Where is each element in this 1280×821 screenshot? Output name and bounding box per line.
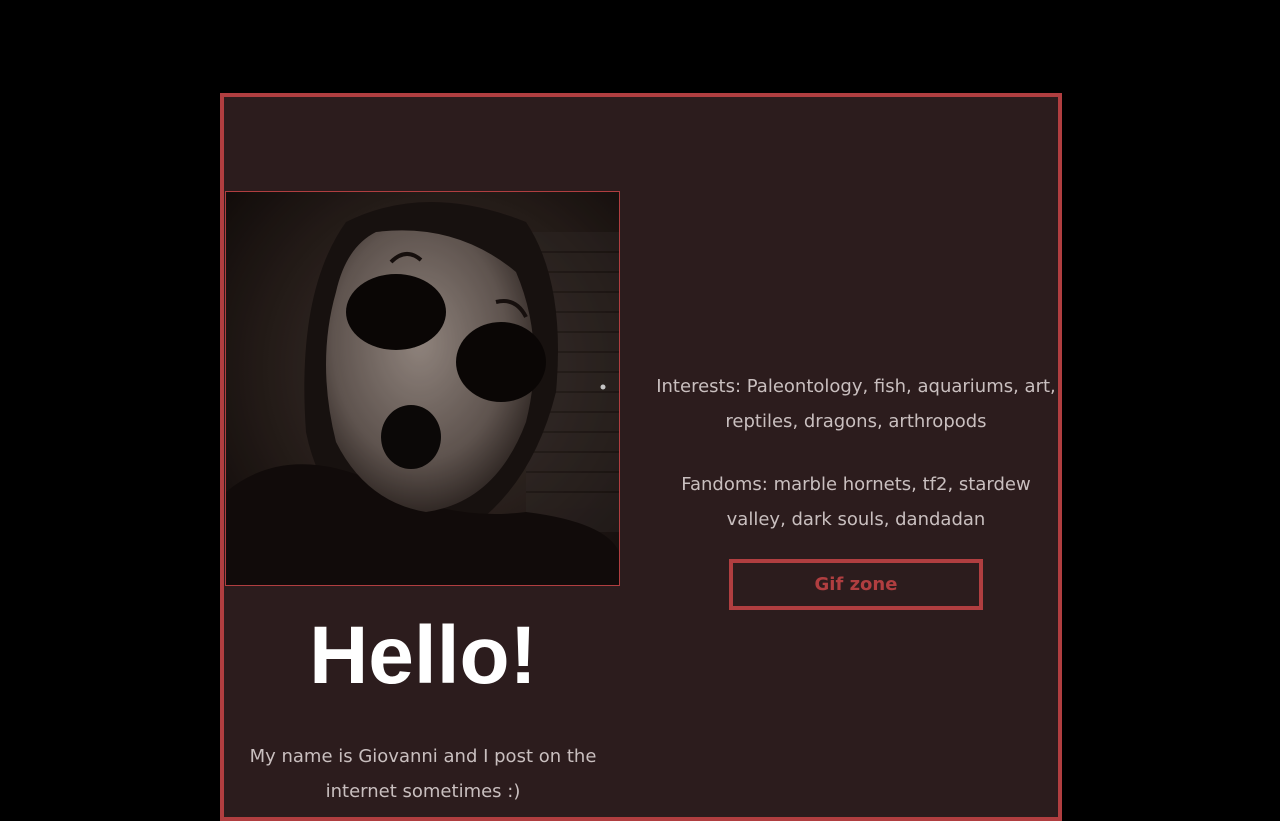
profile-photo-image	[226, 192, 619, 585]
gif-zone-button[interactable]: Gif zone	[729, 559, 983, 610]
interests-text: Interests: Paleontology, fish, aquariums…	[656, 376, 1056, 432]
intro-text: My name is Giovanni and I post on the in…	[249, 746, 597, 802]
profile-card: Hello! My name is Giovanni and I post on…	[220, 93, 1062, 821]
greeting-heading: Hello!	[309, 610, 537, 701]
about-section: Interests: Paleontology, fish, aquariums…	[654, 369, 1058, 610]
greeting-section: Hello! My name is Giovanni and I post on…	[224, 587, 622, 809]
fandoms-text: Fandoms: marble hornets, tf2, stardew va…	[681, 474, 1031, 530]
profile-photo	[225, 191, 620, 586]
